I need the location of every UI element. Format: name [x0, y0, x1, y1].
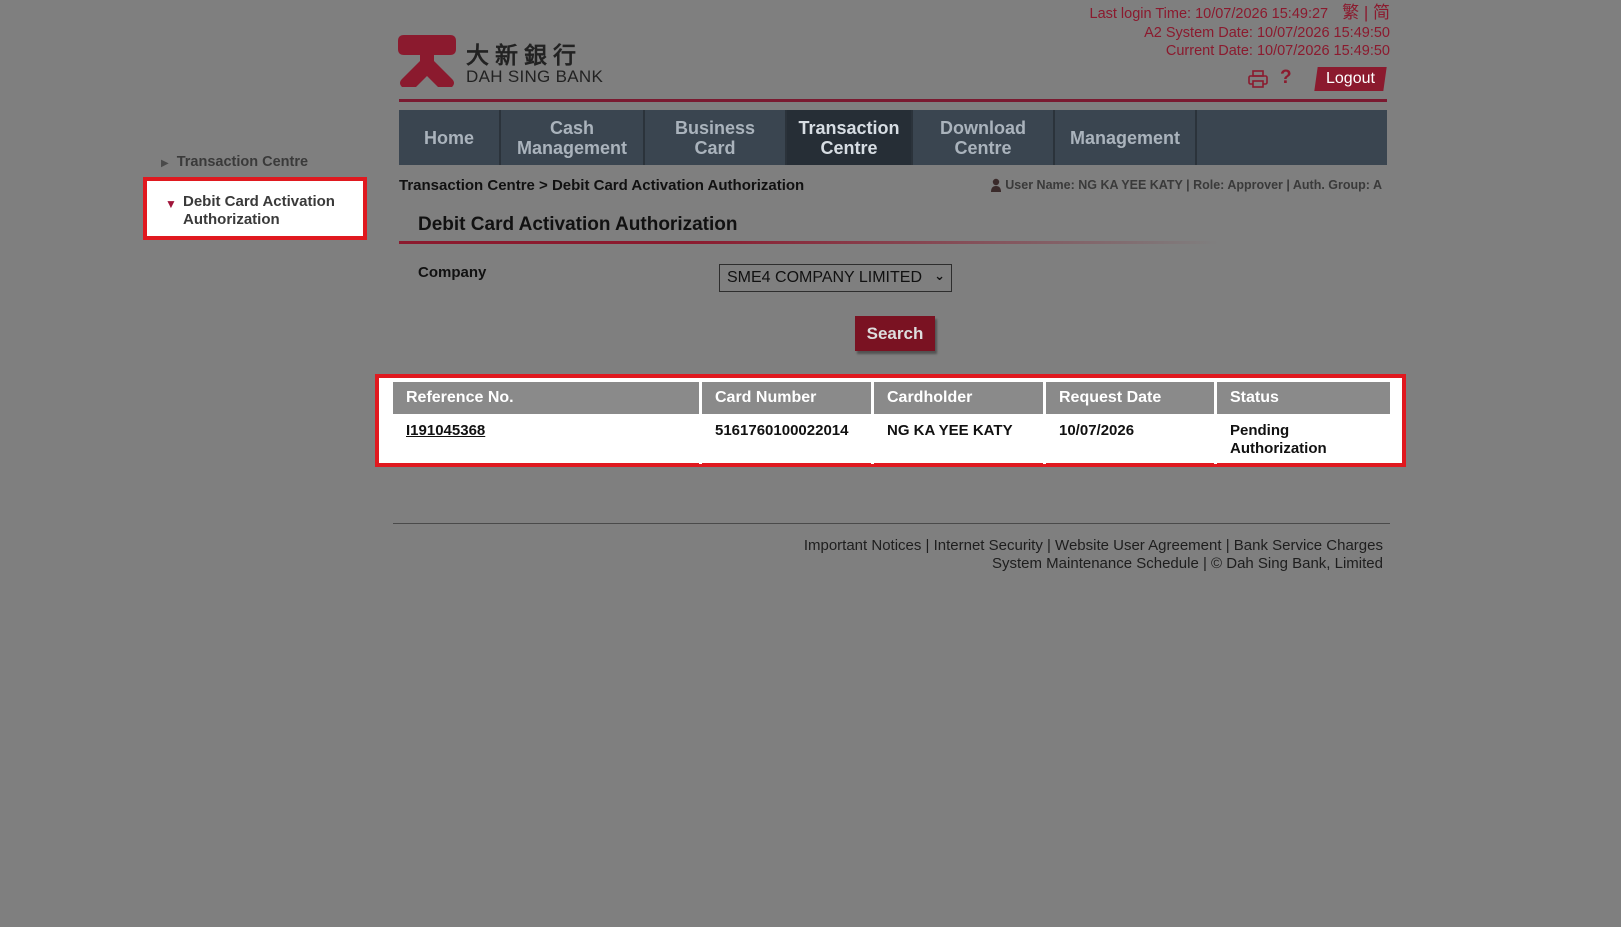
column-header-card-number: Card Number: [700, 382, 874, 414]
user-info-text: User Name: NG KA YEE KATY | Role: Approv…: [1005, 178, 1382, 192]
company-select-value: SME4 COMPANY LIMITED: [727, 269, 922, 286]
nav-management[interactable]: Management: [1055, 110, 1197, 165]
search-button[interactable]: Search: [855, 316, 935, 351]
triangle-down-icon: ▼: [165, 197, 177, 211]
column-header-reference: Reference No.: [393, 382, 702, 414]
footer-line-2[interactable]: System Maintenance Schedule | © Dah Sing…: [804, 555, 1383, 573]
reference-cell: I191045368: [393, 414, 702, 464]
language-switch[interactable]: 繁 | 简: [1342, 3, 1390, 22]
column-header-request-date: Request Date: [1044, 382, 1217, 414]
sidebar-item-debit-card-activation[interactable]: ▼ Debit Card Activation Authorization: [163, 193, 353, 229]
last-login-time: Last login Time: 10/07/2026 15:49:27: [1089, 6, 1329, 22]
triangle-right-icon: ▶: [161, 158, 169, 169]
column-header-cardholder: Cardholder: [872, 382, 1046, 414]
nav-transaction-centre[interactable]: Transaction Centre: [787, 110, 913, 165]
system-date: A2 System Date: 10/07/2026 15:49:50: [1144, 24, 1390, 41]
table-row: I191045368 5161760100022014 NG KA YEE KA…: [393, 414, 1390, 464]
company-label: Company: [418, 264, 487, 281]
nav-business-card[interactable]: Business Card: [645, 110, 787, 165]
breadcrumb: Transaction Centre > Debit Card Activati…: [399, 177, 805, 194]
table-header-row: Reference No. Card Number Cardholder Req…: [393, 382, 1390, 414]
column-header-status: Status: [1215, 382, 1390, 414]
bank-name-chinese: 大新銀行: [466, 43, 582, 69]
page-title: Debit Card Activation Authorization: [418, 214, 738, 235]
sidebar-item-transaction-centre[interactable]: ▶ Transaction Centre: [161, 154, 308, 170]
company-select[interactable]: SME4 COMPANY LIMITED ⌄: [719, 264, 952, 292]
cardholder-cell: NG KA YEE KATY: [872, 414, 1046, 464]
header-info: Last login Time: 10/07/2026 15:49:27 繁 | …: [1089, 3, 1391, 61]
header-divider: [399, 99, 1387, 102]
footer-links: Important Notices | Internet Security | …: [804, 537, 1383, 573]
chevron-down-icon: ⌄: [934, 268, 945, 283]
nav-cash-management[interactable]: Cash Management: [501, 110, 645, 165]
nav-download-centre[interactable]: Download Centre: [913, 110, 1055, 165]
main-nav: Home Cash Management Business Card Trans…: [399, 110, 1387, 165]
help-icon[interactable]: ?: [1280, 67, 1292, 89]
user-icon: [991, 178, 1002, 192]
request-date-cell: 10/07/2026: [1044, 414, 1217, 464]
status-cell: Pending Authorization: [1230, 422, 1327, 457]
sidebar-parent-label: Transaction Centre: [176, 154, 309, 170]
bank-logo-icon: [398, 35, 456, 87]
title-divider: [399, 241, 1219, 244]
user-info: User Name: NG KA YEE KATY | Role: Approv…: [991, 178, 1382, 192]
footer-divider: [393, 523, 1390, 524]
print-icon[interactable]: [1248, 70, 1268, 88]
nav-home[interactable]: Home: [399, 110, 501, 165]
footer-line-1[interactable]: Important Notices | Internet Security | …: [804, 537, 1383, 555]
current-date: Current Date: 10/07/2026 15:49:50: [1165, 43, 1390, 59]
sidebar-child-label: Debit Card Activation Authorization: [183, 193, 335, 228]
bank-name-english: DAH SING BANK: [466, 67, 604, 86]
results-table: Reference No. Card Number Cardholder Req…: [393, 382, 1390, 464]
logout-button[interactable]: Logout: [1314, 67, 1387, 91]
reference-link[interactable]: I191045368: [406, 422, 485, 439]
card-number-cell: 5161760100022014: [700, 414, 874, 464]
